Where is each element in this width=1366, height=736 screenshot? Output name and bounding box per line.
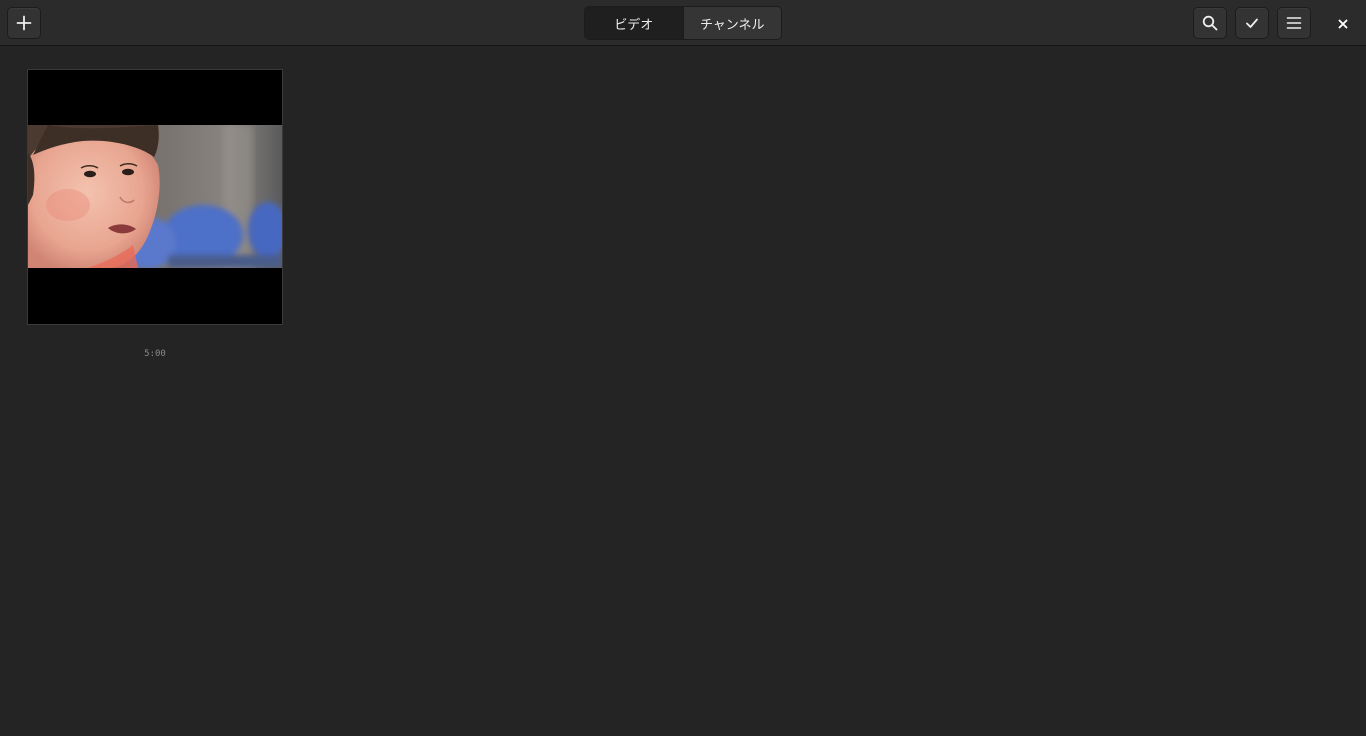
search-icon xyxy=(1202,15,1218,31)
tab-videos[interactable]: ビデオ xyxy=(585,7,683,39)
video-duration: 5:00 xyxy=(144,349,166,359)
tab-channels[interactable]: チャンネル xyxy=(682,7,781,39)
view-switcher: ビデオ チャンネル xyxy=(584,6,782,40)
video-grid: 5:00 xyxy=(0,47,1366,736)
close-icon xyxy=(1338,14,1348,33)
plus-icon xyxy=(16,15,32,31)
select-button[interactable] xyxy=(1235,7,1269,39)
search-button[interactable] xyxy=(1193,7,1227,39)
video-item[interactable]: 5:00 xyxy=(27,69,283,359)
headerbar: ビデオ チャンネル xyxy=(0,0,1366,46)
checkmark-icon xyxy=(1245,16,1259,30)
main-menu-button[interactable] xyxy=(1277,7,1311,39)
hamburger-menu-icon xyxy=(1286,16,1302,30)
thumbnail-image xyxy=(28,125,282,268)
add-button[interactable] xyxy=(7,7,41,39)
video-thumbnail xyxy=(27,69,283,325)
close-button[interactable] xyxy=(1327,7,1359,39)
